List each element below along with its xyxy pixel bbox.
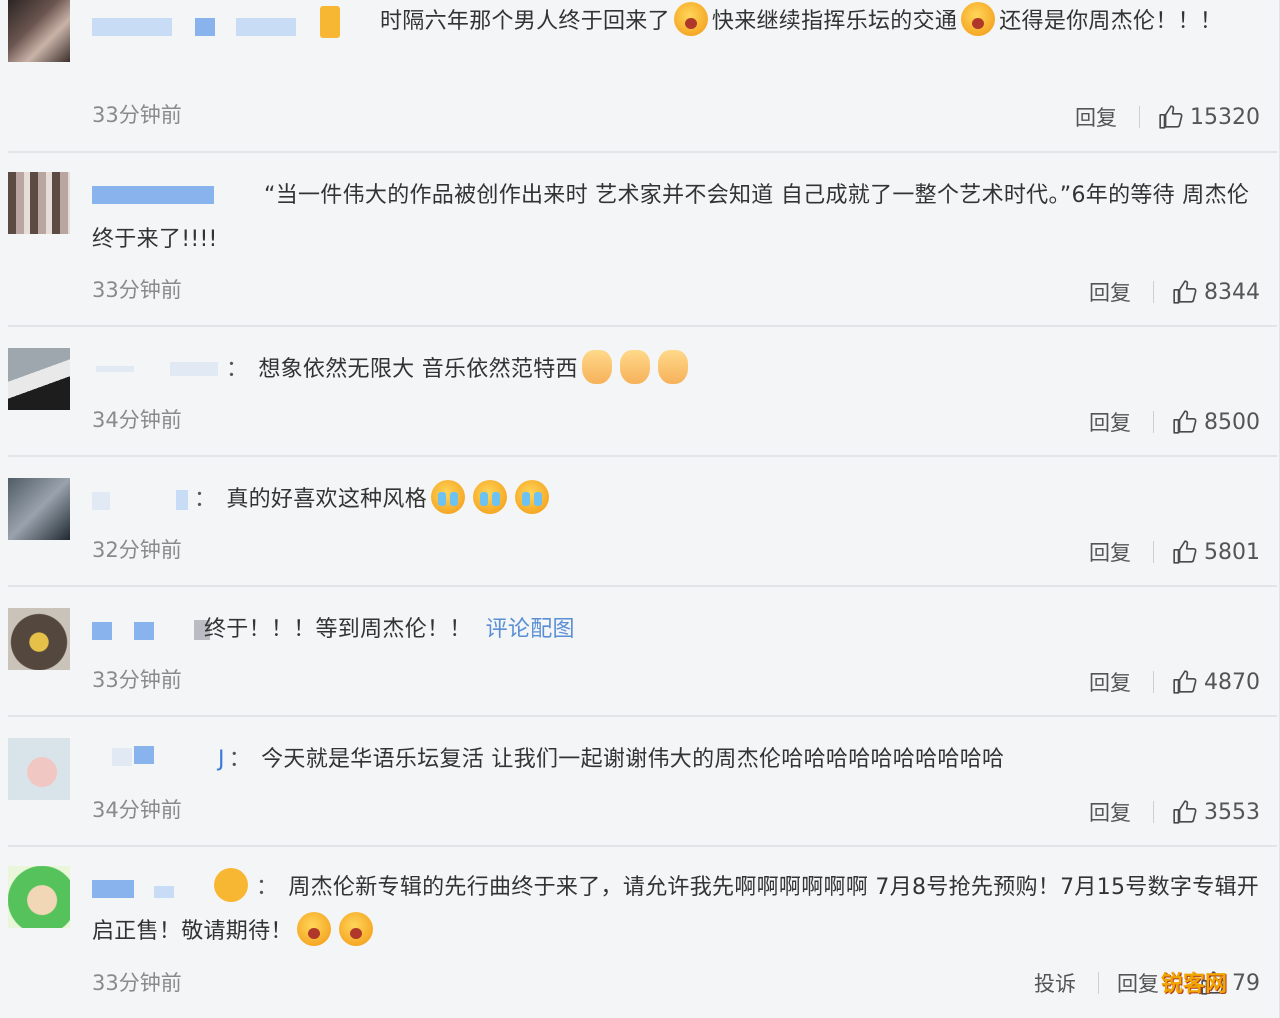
comment-time: 34分钟前 xyxy=(92,408,182,432)
comment-item: 终于！！！等到周杰伦！！ 评论配图 33分钟前 回复 4870 xyxy=(0,586,1280,716)
reply-button[interactable]: 回复 xyxy=(1117,968,1159,998)
comment-time: 33分钟前 xyxy=(92,103,182,127)
screaming-face-emoji-icon xyxy=(296,912,331,946)
name-separator: ： xyxy=(226,357,249,382)
comment-feed: 时隔六年那个男人终于回来了 快来继续指挥乐坛的交通 还得是你周杰伦！！！ 33分钟前… xyxy=(0,0,1280,1018)
crying-face-emoji-icon xyxy=(431,480,466,514)
comment-item: ： 想象依然无限大 音乐依然范特西 34分钟前 回复 8500 xyxy=(0,326,1280,456)
divider xyxy=(1098,972,1099,994)
reply-button[interactable]: 回复 xyxy=(1089,667,1131,697)
comment-image-link[interactable]: 评论配图 xyxy=(486,617,575,642)
comment-content: 真的好喜欢这种风格 xyxy=(226,487,428,512)
comment-actions: 回复 8344 xyxy=(1089,275,1260,309)
user-avatar[interactable] xyxy=(8,0,70,62)
user-avatar[interactable] xyxy=(8,608,70,670)
like-count: 15320 xyxy=(1190,104,1260,130)
comment-actions: 回复 5801 xyxy=(1089,535,1260,569)
rock-hand-emoji-icon xyxy=(657,350,688,384)
comment-item: 时隔六年那个男人终于回来了 快来继续指挥乐坛的交通 还得是你周杰伦！！！ 33分钟前… xyxy=(0,0,1280,152)
comment-time: 32分钟前 xyxy=(92,538,182,562)
rock-hand-emoji-icon xyxy=(619,350,650,384)
site-watermark: 锐客网 xyxy=(1160,972,1227,997)
shouting-face-emoji-icon xyxy=(961,2,996,36)
comment-time: 33分钟前 xyxy=(92,971,182,995)
comment-content: 快来继续指挥乐坛的交通 xyxy=(711,9,958,34)
user-avatar[interactable] xyxy=(8,172,70,234)
comment-item: ：周杰伦新专辑的先行曲终于来了，请允许我先啊啊啊啊啊啊 7月8号抢先预购！7月1… xyxy=(0,846,1280,1018)
like-button[interactable]: 3553 xyxy=(1172,798,1260,826)
reply-button[interactable]: 回复 xyxy=(1089,407,1131,437)
name-separator: ： xyxy=(228,747,252,772)
user-avatar[interactable] xyxy=(8,478,70,540)
comment-content: 今天就是华语乐坛复活 让我们一起谢谢伟大的周杰伦哈哈哈哈哈哈哈哈哈哈 xyxy=(261,747,1005,772)
crying-face-emoji-icon xyxy=(473,480,508,514)
divider xyxy=(1139,106,1140,128)
like-button[interactable]: 4870 xyxy=(1172,668,1260,696)
thumbs-up-icon xyxy=(1173,800,1197,824)
comment-content: 终于！！！等到周杰伦！！ xyxy=(204,617,472,642)
thumbs-up-icon xyxy=(1159,105,1183,129)
reply-button[interactable]: 回复 xyxy=(1089,797,1131,827)
comment-content: 想象依然无限大 音乐依然范特西 xyxy=(258,357,578,382)
like-count: 4870 xyxy=(1204,669,1260,695)
comment-actions: 回复 3553 xyxy=(1089,795,1260,829)
comment-item: J： 今天就是华语乐坛复活 让我们一起谢谢伟大的周杰伦哈哈哈哈哈哈哈哈哈哈 34分… xyxy=(0,716,1280,846)
divider xyxy=(1153,281,1154,303)
reply-button[interactable]: 回复 xyxy=(1075,102,1117,132)
screaming-face-emoji-icon xyxy=(338,912,373,946)
comment-actions: 回复 15320 xyxy=(1075,100,1260,134)
like-button[interactable]: 15320 xyxy=(1158,103,1260,131)
name-separator: ： xyxy=(256,875,279,900)
like-count: 3553 xyxy=(1204,799,1260,825)
user-avatar[interactable] xyxy=(8,866,70,928)
like-count: 8344 xyxy=(1204,279,1260,305)
reply-button[interactable]: 回复 xyxy=(1089,537,1131,567)
reply-button[interactable]: 回复 xyxy=(1089,277,1131,307)
like-count: 8500 xyxy=(1204,409,1260,435)
comment-text: ： 真的好喜欢这种风格 xyxy=(92,478,1260,522)
like-button[interactable]: 8500 xyxy=(1172,408,1260,436)
user-avatar[interactable] xyxy=(8,348,70,410)
comment-actions: 回复 8500 xyxy=(1089,405,1260,439)
comment-content: 还得是你周杰伦！！！ xyxy=(999,9,1223,34)
shouting-face-emoji-icon xyxy=(673,2,708,36)
like-button[interactable]: 8344 xyxy=(1172,278,1260,306)
thumbs-up-icon xyxy=(1173,280,1197,304)
comment-time: 34分钟前 xyxy=(92,798,182,822)
divider xyxy=(1153,541,1154,563)
rock-hand-emoji-icon xyxy=(581,350,612,384)
name-separator: ： xyxy=(194,487,217,512)
like-button[interactable]: 5801 xyxy=(1172,538,1260,566)
comment-text: 时隔六年那个男人终于回来了 快来继续指挥乐坛的交通 还得是你周杰伦！！！ xyxy=(92,0,1260,44)
comment-text: 终于！！！等到周杰伦！！ 评论配图 xyxy=(92,608,1260,652)
thumbs-up-icon xyxy=(1173,410,1197,434)
comment-text: J： 今天就是华语乐坛复活 让我们一起谢谢伟大的周杰伦哈哈哈哈哈哈哈哈哈哈 xyxy=(92,738,1260,782)
comment-text: ：周杰伦新专辑的先行曲终于来了，请允许我先啊啊啊啊啊啊 7月8号抢先预购！7月1… xyxy=(92,866,1260,954)
comment-text: ： 想象依然无限大 音乐依然范特西 xyxy=(92,348,1260,392)
comment-time: 33分钟前 xyxy=(92,668,182,692)
comment-item: ： 真的好喜欢这种风格 32分钟前 回复 5801 xyxy=(0,456,1280,586)
divider xyxy=(1153,801,1154,823)
report-button[interactable]: 投诉 xyxy=(1034,968,1076,998)
comment-item: “当一件伟大的作品被创作出来时 艺术家并不会知道 自己成就了一整个艺术时代。”6… xyxy=(0,152,1280,326)
crying-face-emoji-icon xyxy=(515,480,550,514)
thumbs-up-icon xyxy=(1173,670,1197,694)
username-link[interactable]: J xyxy=(218,747,225,772)
divider xyxy=(1153,671,1154,693)
comment-actions: 回复 4870 xyxy=(1089,665,1260,699)
like-count: 5801 xyxy=(1204,539,1260,565)
comment-content: 时隔六年那个男人终于回来了 xyxy=(380,9,670,34)
comment-content: “当一件伟大的作品被创作出来时 艺术家并不会知道 自己成就了一整个艺术时代。”6… xyxy=(92,183,1250,252)
user-avatar[interactable] xyxy=(8,738,70,800)
comment-text: “当一件伟大的作品被创作出来时 艺术家并不会知道 自己成就了一整个艺术时代。”6… xyxy=(92,174,1260,262)
comment-time: 33分钟前 xyxy=(92,278,182,302)
like-count: 79 xyxy=(1232,970,1260,996)
divider xyxy=(1153,411,1154,433)
thumbs-up-icon xyxy=(1173,540,1197,564)
